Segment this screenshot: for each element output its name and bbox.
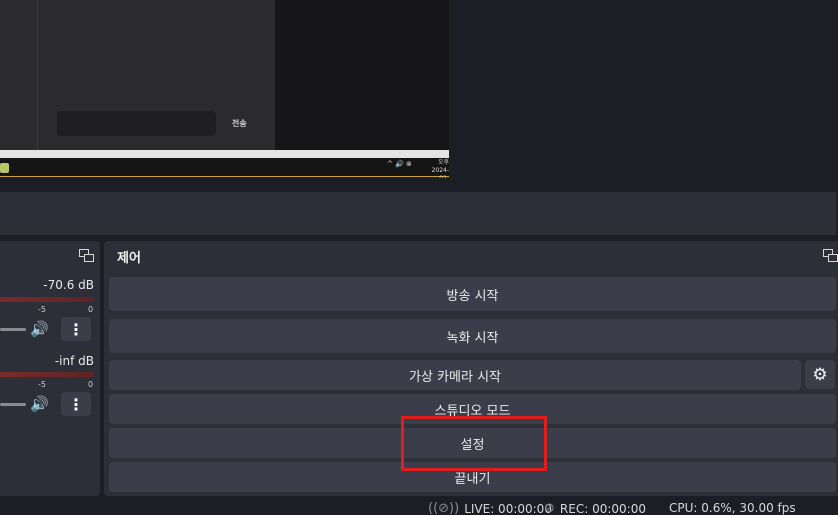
captured-dark-area: [275, 0, 449, 150]
controls-header: 제어: [104, 241, 838, 270]
speaker-icon[interactable]: 🔊: [30, 395, 49, 413]
broadcast-icon: ((⊘)): [428, 501, 460, 515]
highlight-box: [401, 416, 547, 471]
channel-db-readout: -inf dB: [54, 354, 94, 368]
cpu-readout: CPU: 0.6%, 30.00 fps: [669, 501, 796, 515]
cpu-status: CPU: 0.6%, 30.00 fps: [669, 501, 796, 515]
volume-meter: [0, 297, 94, 302]
start-streaming-button[interactable]: 방송 시작: [109, 277, 836, 311]
undock-icon[interactable]: [79, 249, 94, 262]
volume-meter: [0, 372, 94, 377]
speaker-icon[interactable]: 🔊: [30, 320, 49, 338]
mixer-header: [0, 241, 100, 270]
tray-clock-line2: 2024-02-: [431, 167, 449, 178]
start-virtual-camera-button[interactable]: 가상 카메라 시작: [109, 360, 801, 390]
captured-chat-panel: 전송: [0, 0, 275, 150]
captured-chat-input: [57, 111, 216, 136]
chat-divider: [37, 0, 38, 150]
captured-send-button: 전송: [232, 119, 247, 128]
volume-slider[interactable]: [0, 403, 26, 406]
tick-label: 0: [88, 305, 94, 314]
status-bar: ((⊘)) LIVE: 00:00:00 ⊘ REC: 00:00:00 CPU…: [0, 498, 838, 515]
controls-title: 제어: [117, 251, 141, 266]
rec-time: REC: 00:00:00: [559, 501, 646, 515]
volume-slider[interactable]: [0, 328, 26, 331]
tick-label: -5: [38, 305, 46, 314]
live-status: ((⊘)) LIVE: 00:00:00: [428, 501, 552, 515]
channel-db-readout: -70.6 dB: [43, 278, 94, 292]
obs-window: 전송 ^ 🔊 ⊗ 오후 2024-02- -70.6 dB -5 0: [0, 0, 838, 515]
tick-label: 0: [88, 380, 94, 389]
gear-icon: ⚙: [812, 364, 828, 385]
taskbar-app-icon: [0, 163, 9, 173]
virtual-camera-settings-button[interactable]: ⚙: [805, 360, 835, 389]
tray-icons: ^ 🔊 ⊗: [387, 160, 412, 168]
tray-clock-line1: 오후: [437, 159, 449, 166]
undock-icon[interactable]: [823, 249, 838, 262]
live-time: LIVE: 00:00:00: [464, 501, 552, 515]
scene-sources-strip: [0, 192, 836, 235]
preview-canvas[interactable]: 전송 ^ 🔊 ⊗ 오후 2024-02-: [0, 0, 449, 178]
tray-clock: 오후 2024-02-: [422, 159, 449, 178]
audio-mixer-dock: -70.6 dB -5 0 🔊 ⋮ -inf dB -5 0 🔊 ⋮: [0, 241, 100, 496]
channel-menu-button[interactable]: ⋮: [61, 392, 91, 416]
captured-window-edge: [0, 150, 449, 158]
channel-menu-button[interactable]: ⋮: [61, 317, 91, 341]
meter-scale: -5 0: [0, 305, 94, 314]
captured-taskbar: ^ 🔊 ⊗ 오후 2024-02-: [0, 158, 449, 178]
rec-status: ⊘ REC: 00:00:00: [544, 501, 646, 515]
start-recording-button[interactable]: 녹화 시작: [109, 319, 836, 353]
tick-label: -5: [38, 380, 46, 389]
record-icon: ⊘: [544, 501, 555, 515]
meter-scale: -5 0: [0, 380, 94, 389]
